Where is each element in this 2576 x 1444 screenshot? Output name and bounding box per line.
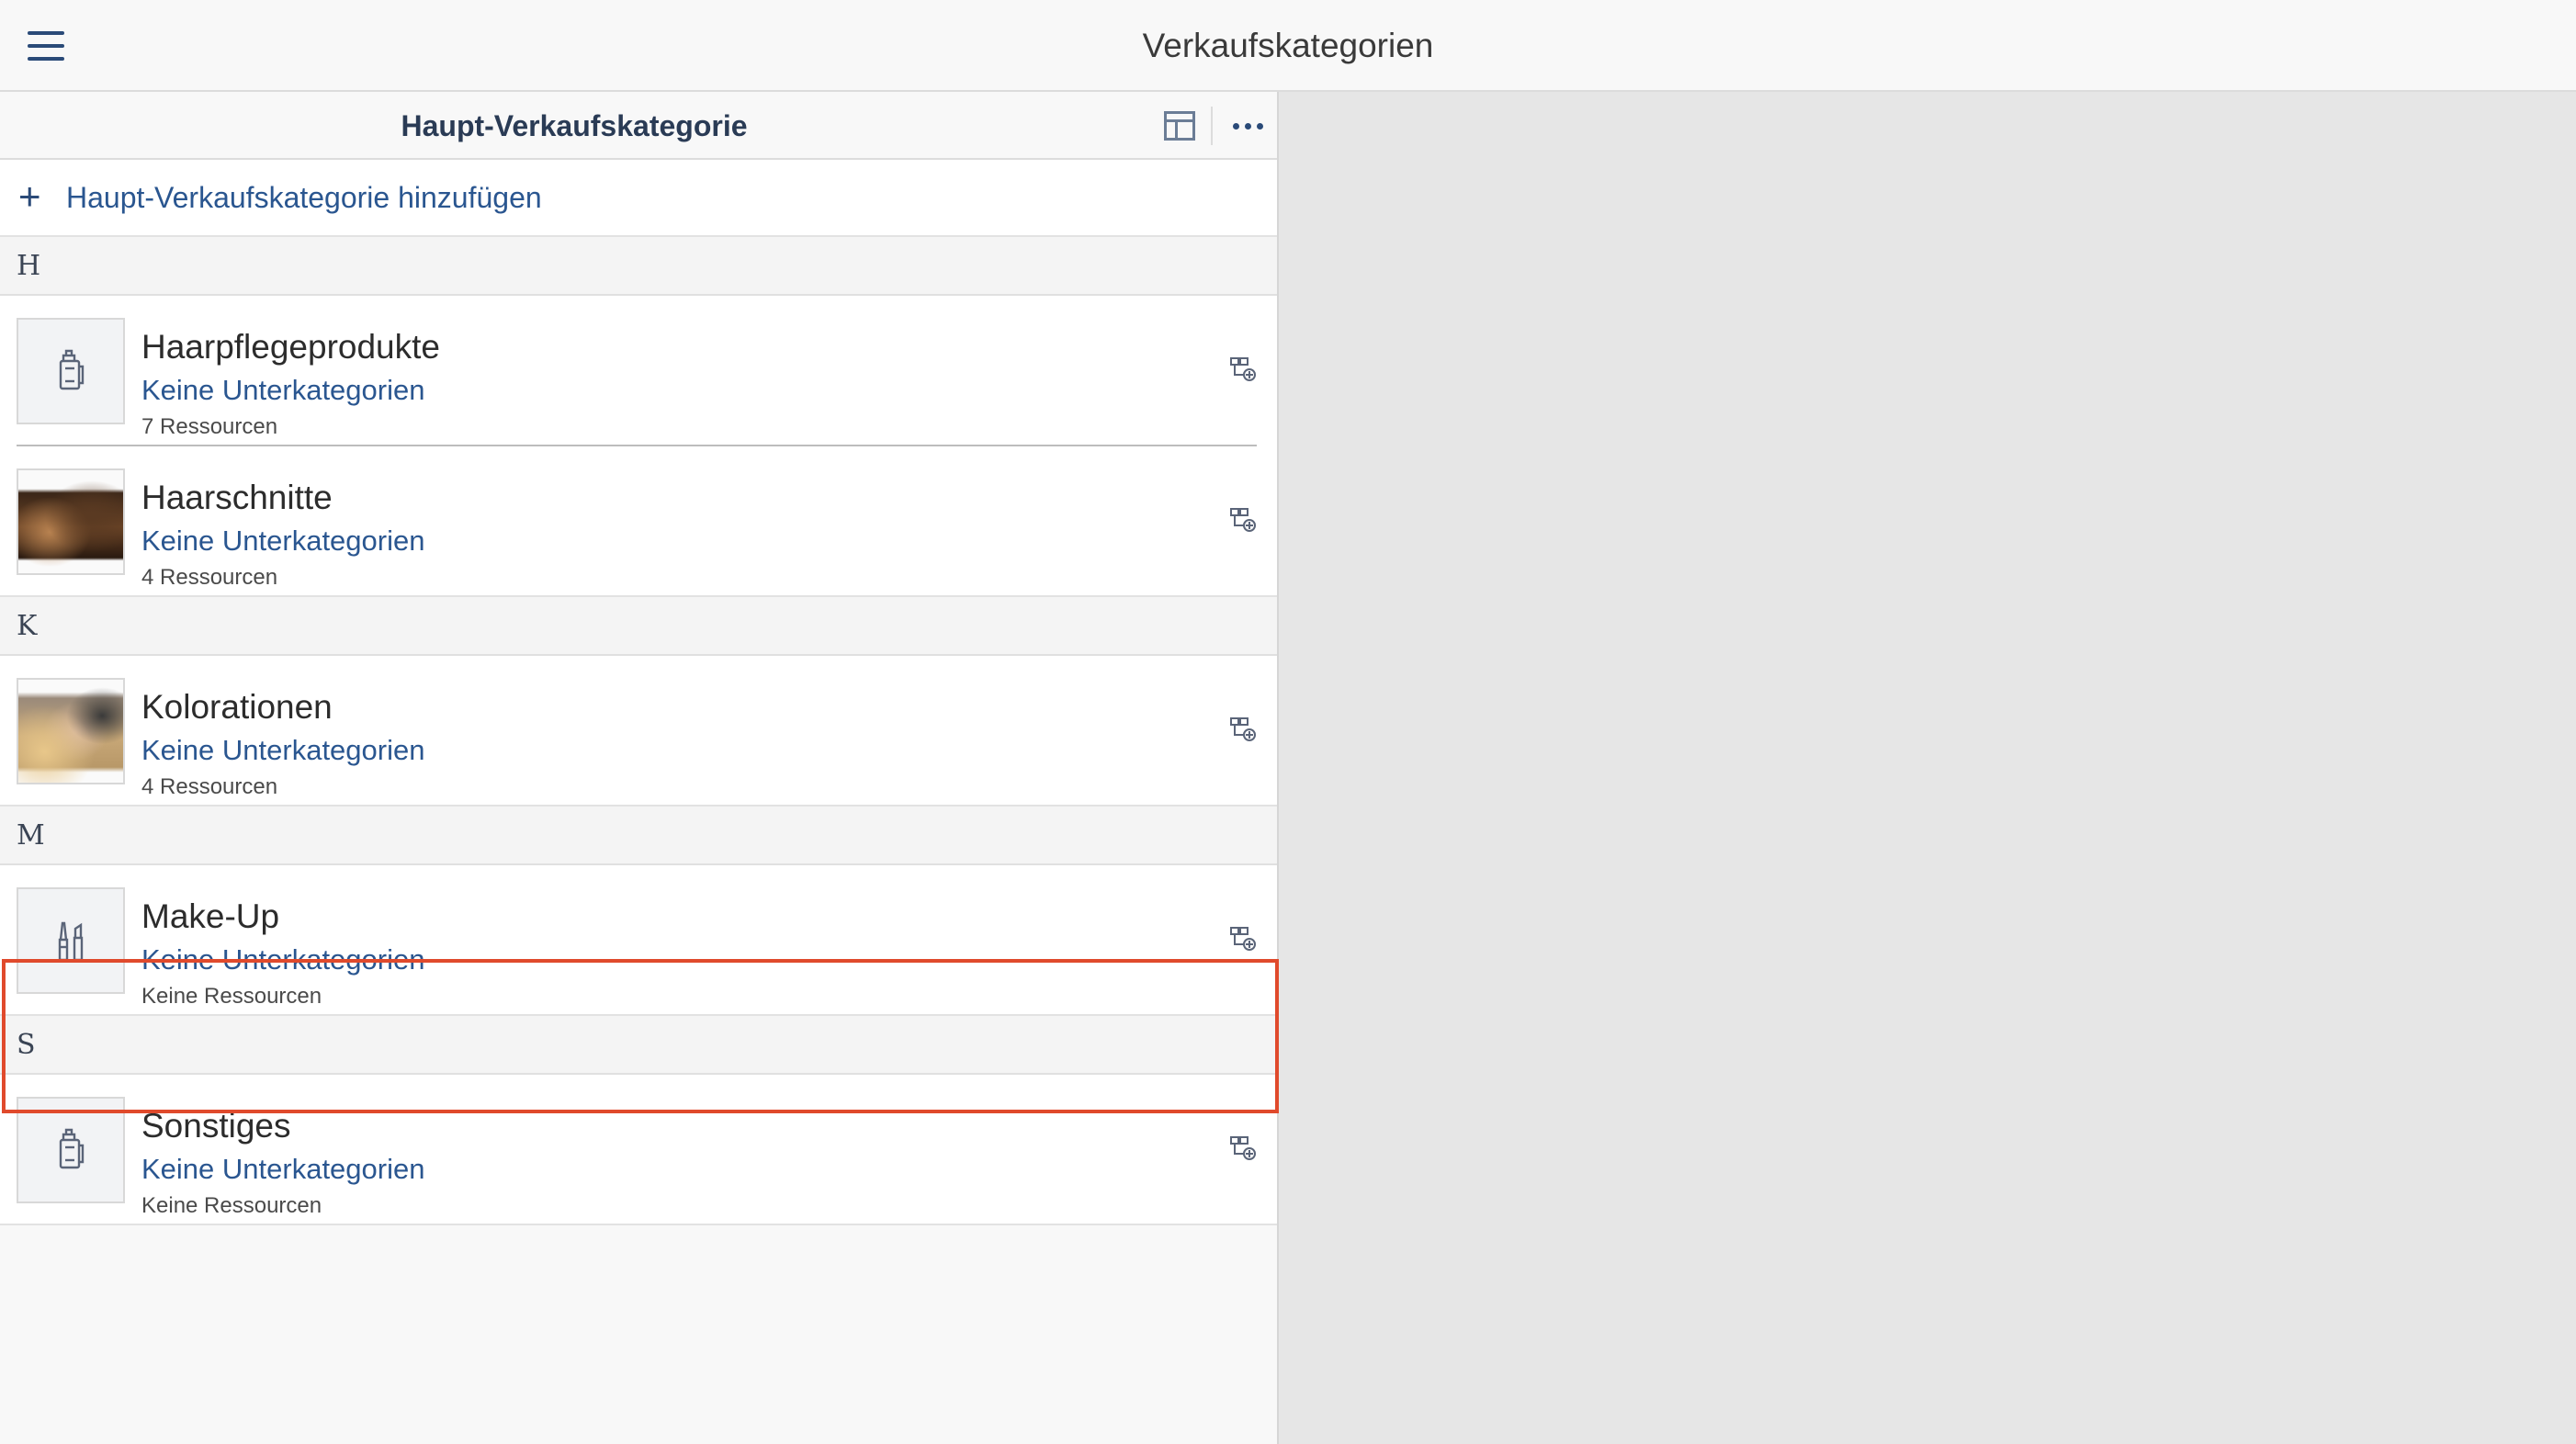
- section-letter: H: [17, 250, 41, 282]
- add-main-category-button[interactable]: + Haupt-Verkaufskategorie hinzufügen: [0, 160, 1277, 237]
- section-letter: M: [17, 819, 45, 852]
- layout-toggle-icon[interactable]: [1164, 111, 1195, 141]
- page-title: Verkaufskategorien: [1142, 27, 1434, 64]
- item-subcategories[interactable]: Keine Unterkategorien: [141, 525, 424, 557]
- item-subcategories[interactable]: Keine Unterkategorien: [141, 735, 424, 766]
- section-letter: K: [17, 610, 38, 642]
- panel-header: Haupt-Verkaufskategorie: [0, 92, 1277, 160]
- item-title: Haarpflegeprodukte: [141, 328, 440, 366]
- app: Verkaufskategorien Haupt-Verkaufskategor…: [0, 0, 2576, 1444]
- add-subcategory-icon[interactable]: [1229, 715, 1259, 744]
- add-subcategory-icon[interactable]: [1229, 355, 1259, 384]
- header-divider: [1211, 107, 1213, 145]
- section-header-h: H: [0, 237, 1277, 296]
- section-letter: S: [17, 1029, 36, 1061]
- add-subcategory-icon[interactable]: [1229, 1134, 1259, 1163]
- item-subcategories[interactable]: Keine Unterkategorien: [141, 375, 424, 406]
- item-resources: 7 Ressourcen: [141, 414, 278, 439]
- section-header-k: K: [0, 597, 1277, 656]
- add-main-category-label: Haupt-Verkaufskategorie hinzufügen: [66, 180, 542, 214]
- item-title: Kolorationen: [141, 688, 333, 726]
- plus-icon: +: [18, 175, 41, 218]
- item-title: Sonstiges: [141, 1107, 291, 1145]
- section-header-m: M: [0, 807, 1277, 865]
- add-subcategory-icon[interactable]: [1229, 505, 1259, 535]
- list-item-haarschnitte[interactable]: Haarschnitte Keine Unterkategorien 4 Res…: [0, 446, 1277, 597]
- item-title: Make-Up: [141, 897, 280, 935]
- list-item-kolorationen[interactable]: Kolorationen Keine Unterkategorien 4 Res…: [0, 656, 1277, 807]
- list-item-sonstiges[interactable]: Sonstiges Keine Unterkategorien Keine Re…: [0, 1075, 1277, 1225]
- product-icon: [17, 318, 125, 424]
- coloring-photo: [17, 678, 125, 784]
- item-resources: 4 Ressourcen: [141, 565, 278, 590]
- item-subcategories[interactable]: Keine Unterkategorien: [141, 944, 424, 976]
- more-options-icon[interactable]: [1227, 112, 1268, 140]
- top-bar: Verkaufskategorien: [0, 0, 2576, 92]
- haircut-photo: [17, 468, 125, 575]
- panel-title: Haupt-Verkaufskategorie: [401, 108, 748, 142]
- list-item-make-up[interactable]: Make-Up Keine Unterkategorien Keine Ress…: [0, 865, 1277, 1016]
- list-item-haarpflegeprodukte[interactable]: Haarpflegeprodukte Keine Unterkategorien…: [0, 296, 1277, 446]
- category-list-panel: Haupt-Verkaufskategorie + Haupt-Verkaufs…: [0, 92, 1279, 1444]
- item-title: Haarschnitte: [141, 479, 333, 516]
- item-subcategories[interactable]: Keine Unterkategorien: [141, 1154, 424, 1185]
- section-header-s: S: [0, 1016, 1277, 1075]
- product-icon: [17, 1097, 125, 1203]
- detail-pane: [1281, 92, 2576, 1444]
- item-resources: Keine Ressourcen: [141, 984, 322, 1009]
- makeup-icon: [17, 887, 125, 994]
- add-subcategory-icon[interactable]: [1229, 924, 1259, 953]
- item-resources: 4 Ressourcen: [141, 774, 278, 799]
- item-resources: Keine Ressourcen: [141, 1193, 322, 1218]
